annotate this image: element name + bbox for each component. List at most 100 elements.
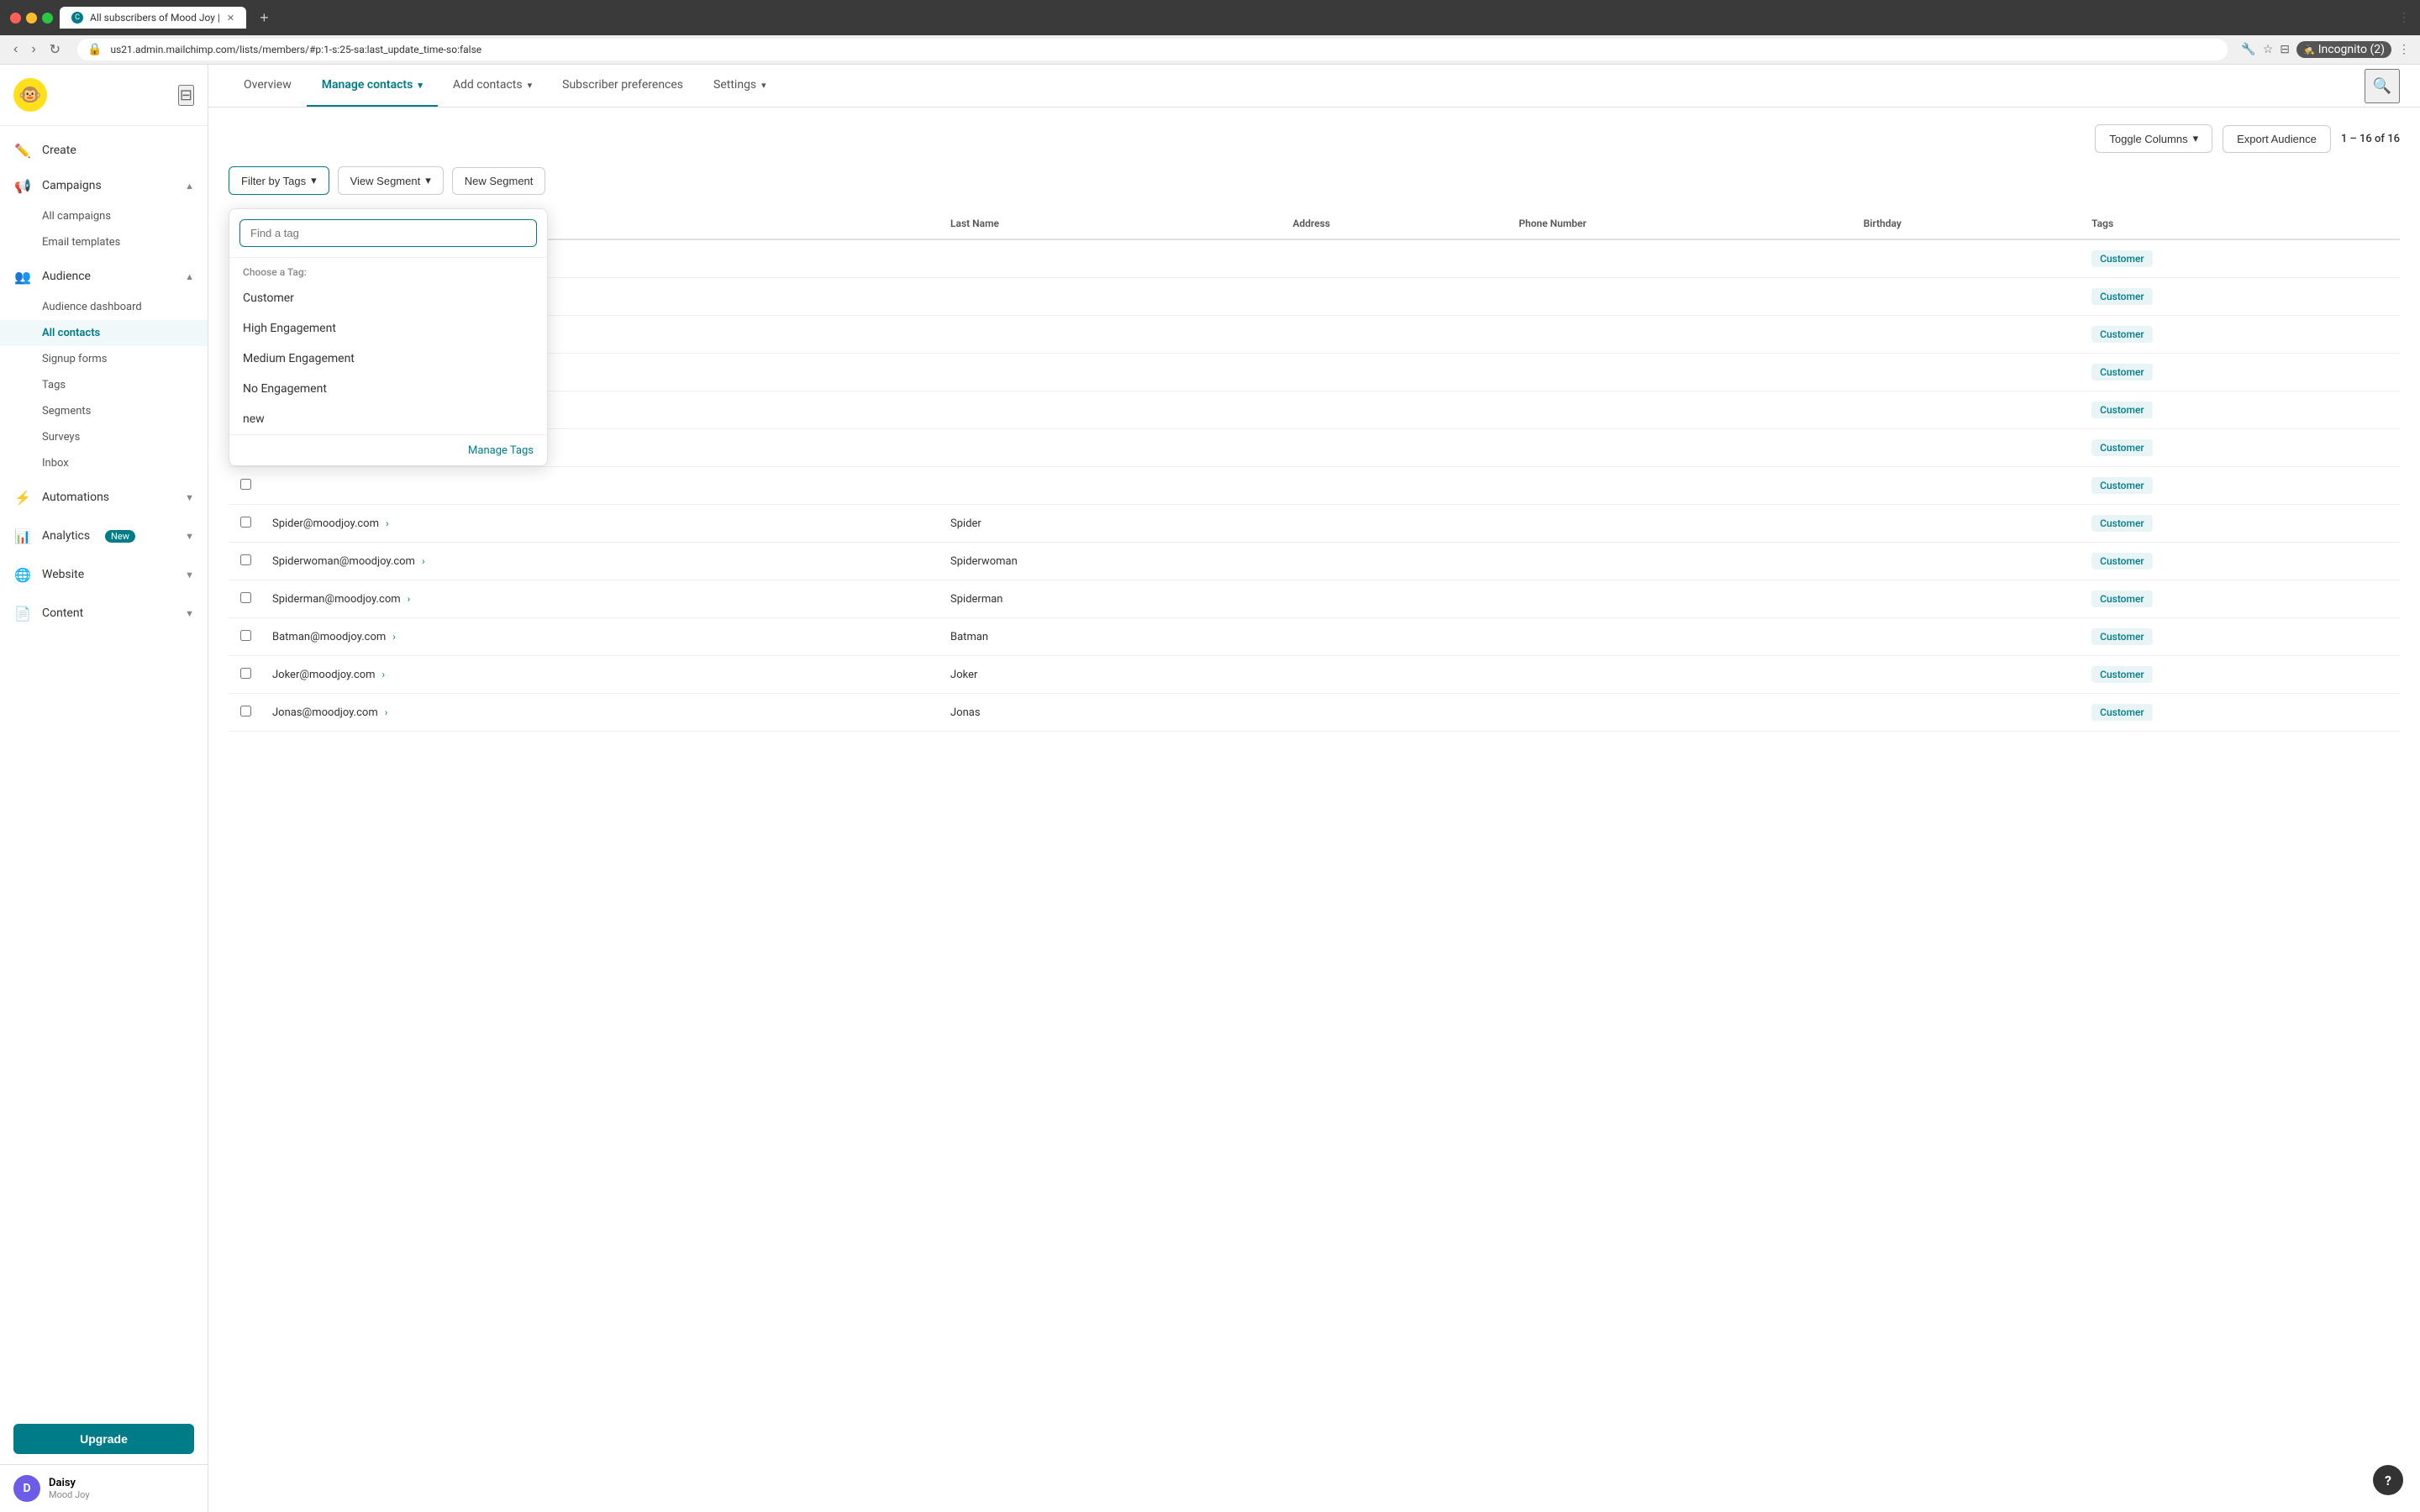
column-phone: Phone Number (1508, 208, 1853, 239)
more-options-icon[interactable]: ⋮ (2398, 43, 2410, 56)
sidebar-item-email-templates[interactable]: Email templates (0, 229, 208, 255)
sidebar-item-create-label: Create (42, 144, 76, 157)
row-tag-badge[interactable]: Customer (2091, 515, 2152, 532)
maximize-window-button[interactable] (42, 13, 53, 24)
row-tag-badge[interactable]: Customer (2091, 553, 2152, 570)
toggle-columns-button[interactable]: Toggle Columns ▾ (2095, 124, 2212, 153)
row-email[interactable]: Jonas@moodjoy.com (272, 706, 378, 719)
row-tag-badge[interactable]: Customer (2091, 591, 2152, 607)
top-nav-add-contacts[interactable]: Add contacts ▾ (438, 65, 547, 107)
forward-button[interactable]: › (28, 40, 39, 59)
close-window-button[interactable] (10, 13, 21, 24)
sidebar-item-audience[interactable]: 👥 Audience ▲ (0, 259, 208, 294)
row-checkbox-6[interactable] (240, 479, 251, 490)
top-nav-settings-label: Settings (713, 78, 756, 92)
table-row: Customer (229, 354, 2400, 391)
row-tag-badge[interactable]: Customer (2091, 288, 2152, 305)
row-tag-badge[interactable]: Customer (2091, 666, 2152, 683)
top-nav-manage-contacts[interactable]: Manage contacts ▾ (307, 65, 438, 107)
back-button[interactable]: ‹ (10, 40, 21, 59)
row-checkbox-12[interactable] (240, 706, 251, 717)
export-audience-button[interactable]: Export Audience (2223, 125, 2331, 153)
row-email[interactable]: Batman@moodjoy.com (272, 631, 386, 643)
table-row: Customer (229, 316, 2400, 354)
dropdown-tag-high-engagement[interactable]: High Engagement (229, 313, 547, 344)
top-nav-settings[interactable]: Settings ▾ (698, 65, 781, 107)
bookmark-icon[interactable]: ☆ (2263, 43, 2274, 56)
sidebar-item-content[interactable]: 📄 Content ▼ (0, 596, 208, 631)
row-checkbox-10[interactable] (240, 630, 251, 641)
top-nav-subscriber-prefs-label: Subscriber preferences (562, 78, 683, 92)
manage-tags-link[interactable]: Manage Tags (468, 444, 534, 457)
dropdown-tag-medium-engagement[interactable]: Medium Engagement (229, 344, 547, 374)
split-view-icon[interactable]: ⊟ (2280, 43, 2290, 56)
sidebar-item-audience-dashboard[interactable]: Audience dashboard (0, 294, 208, 320)
row-email[interactable]: Spiderman@moodjoy.com (272, 593, 401, 606)
row-tag-badge[interactable]: Customer (2091, 402, 2152, 418)
new-tab-button[interactable]: + (253, 9, 276, 27)
sidebar-item-analytics[interactable]: 📊 Analytics New ▼ (0, 518, 208, 554)
filter-by-tags-button[interactable]: Filter by Tags ▾ (229, 166, 329, 195)
help-button[interactable]: ? (2373, 1465, 2403, 1495)
sidebar-item-signup-forms[interactable]: Signup forms (0, 346, 208, 372)
reload-button[interactable]: ↻ (46, 39, 64, 60)
row-email[interactable]: Joker@moodjoy.com (272, 669, 376, 681)
top-nav-subscriber-preferences[interactable]: Subscriber preferences (547, 65, 698, 107)
search-button[interactable]: 🔍 (2365, 69, 2400, 103)
sidebar-toggle-button[interactable]: ⊟ (178, 85, 194, 106)
row-tag-badge[interactable]: Customer (2091, 477, 2152, 494)
row-email-arrow-icon: › (408, 593, 411, 605)
row-tag-badge[interactable]: Customer (2091, 704, 2152, 721)
top-nav-overview[interactable]: Overview (229, 65, 307, 107)
row-tag-badge[interactable]: Customer (2091, 250, 2152, 267)
tab-close-button[interactable]: ✕ (227, 13, 234, 24)
extensions-icon[interactable]: 🔧 (2241, 43, 2255, 56)
address-bar[interactable]: 🔒 us21.admin.mailchimp.com/lists/members… (77, 39, 2228, 60)
row-checkbox-9[interactable] (240, 592, 251, 603)
tag-search-input[interactable] (239, 219, 537, 247)
row-tag-badge[interactable]: Customer (2091, 439, 2152, 456)
address-text: us21.admin.mailchimp.com/lists/members/#… (111, 44, 2218, 55)
sidebar-item-inbox[interactable]: Inbox (0, 450, 208, 476)
automations-chevron-icon: ▼ (185, 492, 194, 503)
minimize-window-button[interactable] (26, 13, 37, 24)
dropdown-section-label: Choose a Tag: (229, 258, 547, 283)
sidebar-item-all-contacts[interactable]: All contacts (0, 320, 208, 346)
new-segment-button[interactable]: New Segment (452, 167, 546, 195)
row-email-arrow-icon: › (386, 517, 389, 529)
table-row: Joker@moodjoy.com › Joker Customer (229, 656, 2400, 694)
row-email[interactable]: Spiderwoman@moodjoy.com (272, 555, 415, 568)
sidebar-item-automations[interactable]: ⚡ Automations ▼ (0, 480, 208, 515)
row-phone (1508, 354, 1853, 391)
view-segment-label: View Segment (350, 175, 421, 187)
top-nav-overview-label: Overview (244, 78, 292, 92)
browser-toolbar-tools: 🔧 ☆ ⊟ 🕵️ Incognito (2) ⋮ (2241, 41, 2410, 58)
extensions-icon[interactable]: ⋮ (2398, 11, 2410, 24)
sidebar-item-website[interactable]: 🌐 Website ▼ (0, 557, 208, 592)
row-checkbox-7[interactable] (240, 517, 251, 528)
column-last-name: Last Name (940, 208, 1282, 239)
dropdown-tag-new[interactable]: new (229, 404, 547, 434)
row-tag-badge[interactable]: Customer (2091, 628, 2152, 645)
view-segment-button[interactable]: View Segment ▾ (338, 166, 444, 195)
sidebar-item-all-campaigns[interactable]: All campaigns (0, 203, 208, 229)
upgrade-button[interactable]: Upgrade (13, 1424, 194, 1454)
row-checkbox-11[interactable] (240, 668, 251, 679)
dropdown-tag-no-engagement[interactable]: No Engagement (229, 374, 547, 404)
sidebar-item-surveys[interactable]: Surveys (0, 424, 208, 450)
row-tag-badge[interactable]: Customer (2091, 326, 2152, 343)
row-tag-badge[interactable]: Customer (2091, 364, 2152, 381)
dropdown-tag-customer[interactable]: Customer (229, 283, 547, 313)
browser-tab[interactable]: C All subscribers of Mood Joy | ✕ (60, 7, 246, 29)
manage-contacts-chevron-icon: ▾ (418, 80, 423, 91)
row-email[interactable]: Spider@moodjoy.com (272, 517, 379, 530)
sidebar-section-automations: ⚡ Automations ▼ (0, 480, 208, 515)
sidebar-item-create[interactable]: ✏️ Create (0, 133, 208, 168)
row-checkbox-8[interactable] (240, 554, 251, 565)
sidebar-item-campaigns[interactable]: 📢 Campaigns ▲ (0, 168, 208, 203)
row-checkbox-cell (229, 580, 262, 618)
sidebar-item-analytics-label: Analytics (42, 529, 90, 543)
sidebar-item-segments[interactable]: Segments (0, 398, 208, 424)
row-tags-cell: Customer (2081, 543, 2400, 580)
sidebar-item-tags[interactable]: Tags (0, 372, 208, 398)
